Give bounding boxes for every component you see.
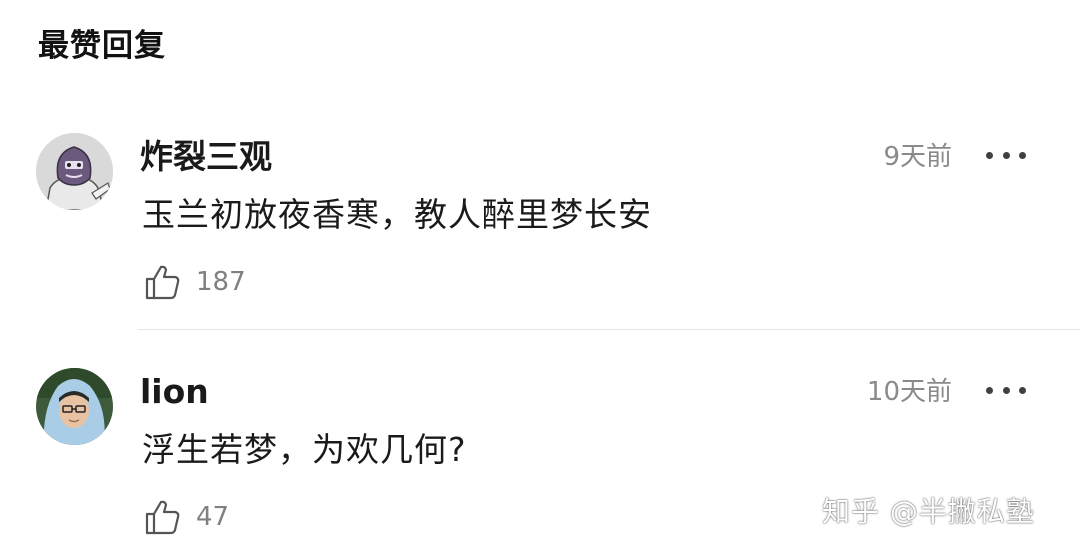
- like-button[interactable]: 187: [144, 262, 246, 302]
- comment-item: lion 10天前 浮生若梦，为欢几何? 47: [0, 0, 1080, 535]
- like-button[interactable]: 47: [144, 497, 229, 537]
- divider: [138, 329, 1080, 330]
- more-dots-icon: [986, 386, 993, 394]
- more-dots-icon: [1002, 386, 1010, 394]
- thumbs-up-icon: [145, 265, 180, 300]
- person-hood-avatar-icon: [36, 368, 113, 445]
- comment-time: 10天前: [866, 377, 952, 407]
- like-count: 47: [196, 502, 230, 532]
- comment-author[interactable]: lion: [140, 372, 209, 412]
- avatar[interactable]: [36, 368, 113, 445]
- more-button[interactable]: [986, 370, 1026, 410]
- like-count: 187: [196, 267, 246, 297]
- comment-content: 浮生若梦，为欢几何?: [142, 430, 467, 469]
- more-dots-icon: [1019, 386, 1026, 394]
- thumbs-up-icon: [145, 500, 180, 535]
- watermark: 知乎 @半撇私塾: [822, 495, 1035, 528]
